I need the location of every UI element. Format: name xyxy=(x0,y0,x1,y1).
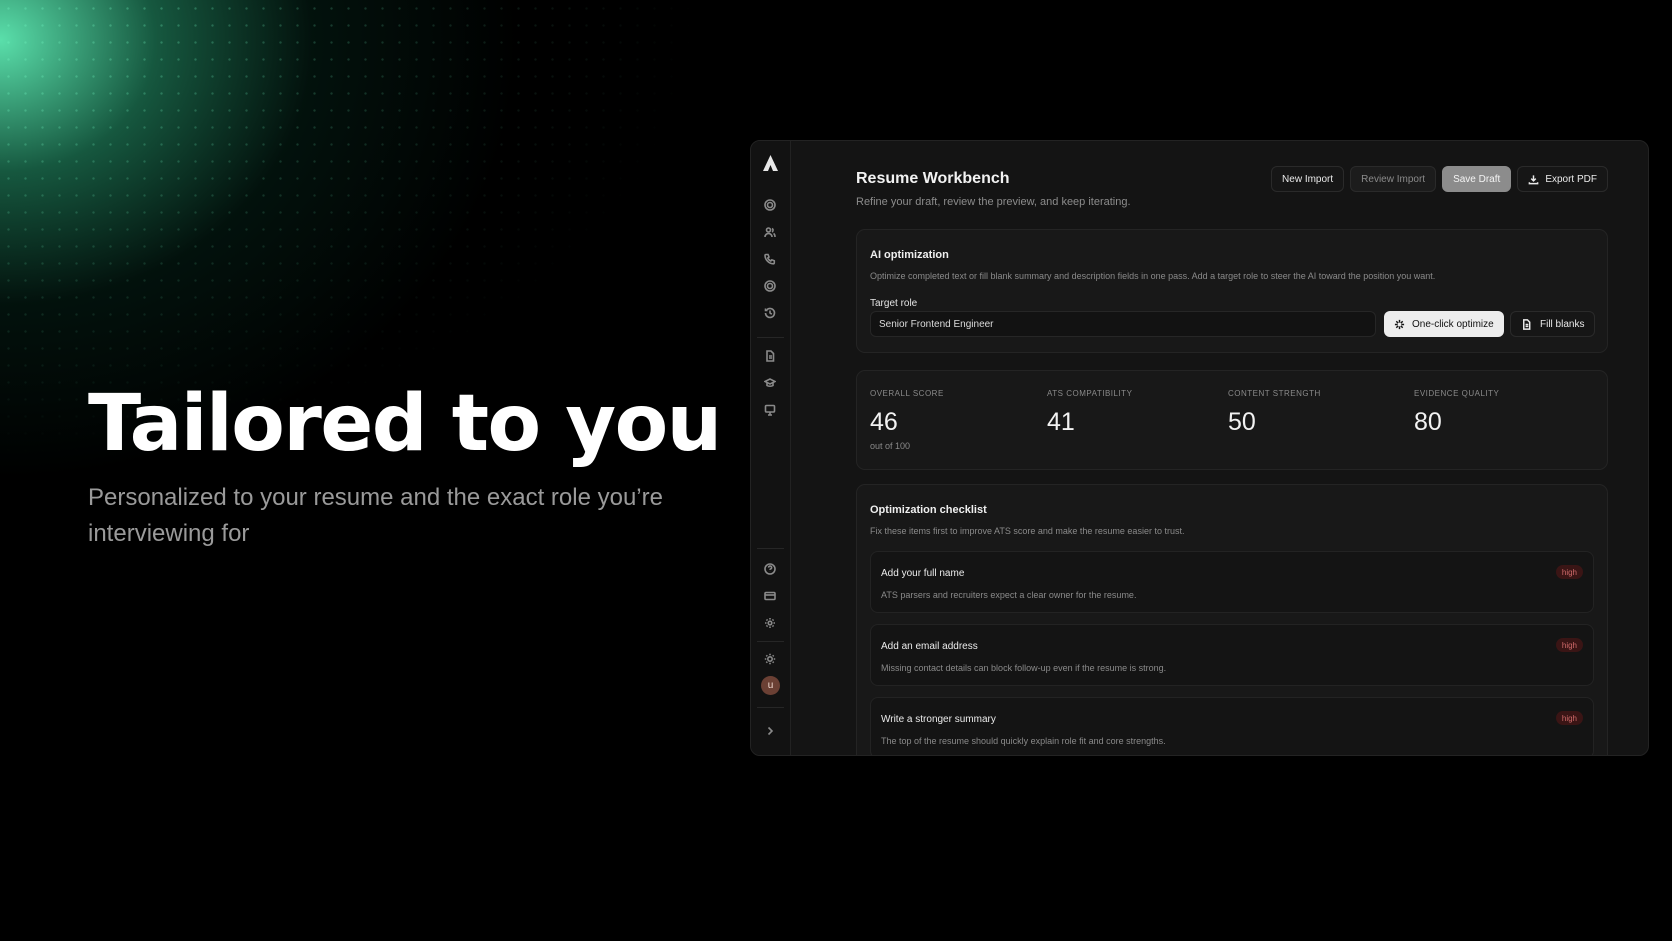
card-icon[interactable] xyxy=(762,588,778,604)
priority-badge: high xyxy=(1555,711,1583,725)
export-pdf-button[interactable]: Export PDF xyxy=(1517,166,1608,192)
users-icon[interactable] xyxy=(762,224,778,240)
content-strength-label: CONTENT STRENGTH xyxy=(1228,389,1321,398)
target-icon[interactable] xyxy=(762,197,778,213)
list-item-desc: The top of the resume should quickly exp… xyxy=(881,736,1166,746)
evidence-quality-value: 80 xyxy=(1414,408,1442,436)
presentation-icon[interactable] xyxy=(762,402,778,418)
history-icon[interactable] xyxy=(762,305,778,321)
list-item-desc: Missing contact details can block follow… xyxy=(881,663,1167,673)
ai-optimization-card: AI optimization Optimize completed text … xyxy=(856,229,1608,353)
one-click-optimize-label: One-click optimize xyxy=(1412,318,1494,330)
priority-badge: high xyxy=(1555,638,1583,652)
phone-icon[interactable] xyxy=(762,251,778,267)
checklist-title: Optimization checklist xyxy=(870,504,987,516)
evidence-quality-label: EVIDENCE QUALITY xyxy=(1414,389,1500,398)
review-import-label: Review Import xyxy=(1361,173,1426,185)
optimization-checklist-card: Optimization checklist Fix these items f… xyxy=(856,484,1608,755)
graduation-icon[interactable] xyxy=(762,375,778,391)
ai-title: AI optimization xyxy=(870,249,949,261)
chevron-right-icon[interactable] xyxy=(762,723,778,739)
export-pdf-label: Export PDF xyxy=(1545,173,1597,185)
sidebar-divider xyxy=(757,548,784,549)
one-click-optimize-button[interactable]: One-click optimize xyxy=(1384,311,1504,337)
ats-compatibility-label: ATS COMPATIBILITY xyxy=(1047,389,1133,398)
list-item[interactable]: Add your full name ATS parsers and recru… xyxy=(870,551,1594,613)
sidebar-divider xyxy=(757,707,784,708)
hero-title: Tailored to you xyxy=(88,379,722,469)
avatar[interactable]: u xyxy=(761,676,780,695)
sidebar: u xyxy=(751,141,791,755)
review-import-button[interactable]: Review Import xyxy=(1350,166,1437,192)
list-item-title: Add an email address xyxy=(881,641,978,652)
overall-score-note: out of 100 xyxy=(870,441,911,451)
list-item-title: Write a stronger summary xyxy=(881,714,996,725)
list-item[interactable]: Write a stronger summary The top of the … xyxy=(870,697,1594,755)
logo-icon[interactable] xyxy=(760,153,781,174)
checklist-description: Fix these items first to improve ATS sco… xyxy=(870,526,1185,536)
list-item-title: Add your full name xyxy=(881,568,965,579)
target-role-input[interactable] xyxy=(870,311,1376,337)
document-icon xyxy=(1523,318,1531,330)
sidebar-divider xyxy=(757,337,784,338)
sidebar-divider xyxy=(757,641,784,642)
sun-icon[interactable] xyxy=(762,651,778,667)
list-item[interactable]: Add an email address Missing contact det… xyxy=(870,624,1594,686)
sparkle-icon xyxy=(1394,319,1405,329)
download-icon xyxy=(1528,174,1539,184)
page-title: Resume Workbench xyxy=(856,170,1010,187)
app-window: u Resume Workbench Refine your draft, re… xyxy=(750,140,1649,756)
target-role-label: Target role xyxy=(870,298,918,309)
new-import-button[interactable]: New Import xyxy=(1271,166,1345,192)
ats-compatibility-value: 41 xyxy=(1047,408,1075,436)
priority-badge: high xyxy=(1555,565,1583,579)
ai-description: Optimize completed text or fill blank su… xyxy=(870,271,1436,281)
overall-score-label: OVERALL SCORE xyxy=(870,389,944,398)
save-draft-label: Save Draft xyxy=(1453,173,1501,185)
hero: Tailored to you Personalized to your res… xyxy=(88,378,728,552)
help-icon[interactable] xyxy=(762,561,778,577)
gear-icon[interactable] xyxy=(762,615,778,631)
save-draft-button[interactable]: Save Draft xyxy=(1442,166,1512,192)
target-icon[interactable] xyxy=(762,278,778,294)
toolbar: New Import Review Import Save Draft Expo… xyxy=(1271,166,1608,192)
overall-score-value: 46 xyxy=(870,408,898,436)
new-import-label: New Import xyxy=(1282,173,1334,185)
content-strength-value: 50 xyxy=(1228,408,1256,436)
fill-blanks-label: Fill blanks xyxy=(1540,318,1585,330)
fill-blanks-button[interactable]: Fill blanks xyxy=(1510,311,1596,337)
page-subtitle: Refine your draft, review the preview, a… xyxy=(856,196,1131,208)
document-icon[interactable] xyxy=(762,348,778,364)
scores-card: OVERALL SCORE 46 out of 100 ATS COMPATIB… xyxy=(856,370,1608,470)
list-item-desc: ATS parsers and recruiters expect a clea… xyxy=(881,590,1137,600)
hero-subtitle: Personalized to your resume and the exac… xyxy=(88,484,663,547)
